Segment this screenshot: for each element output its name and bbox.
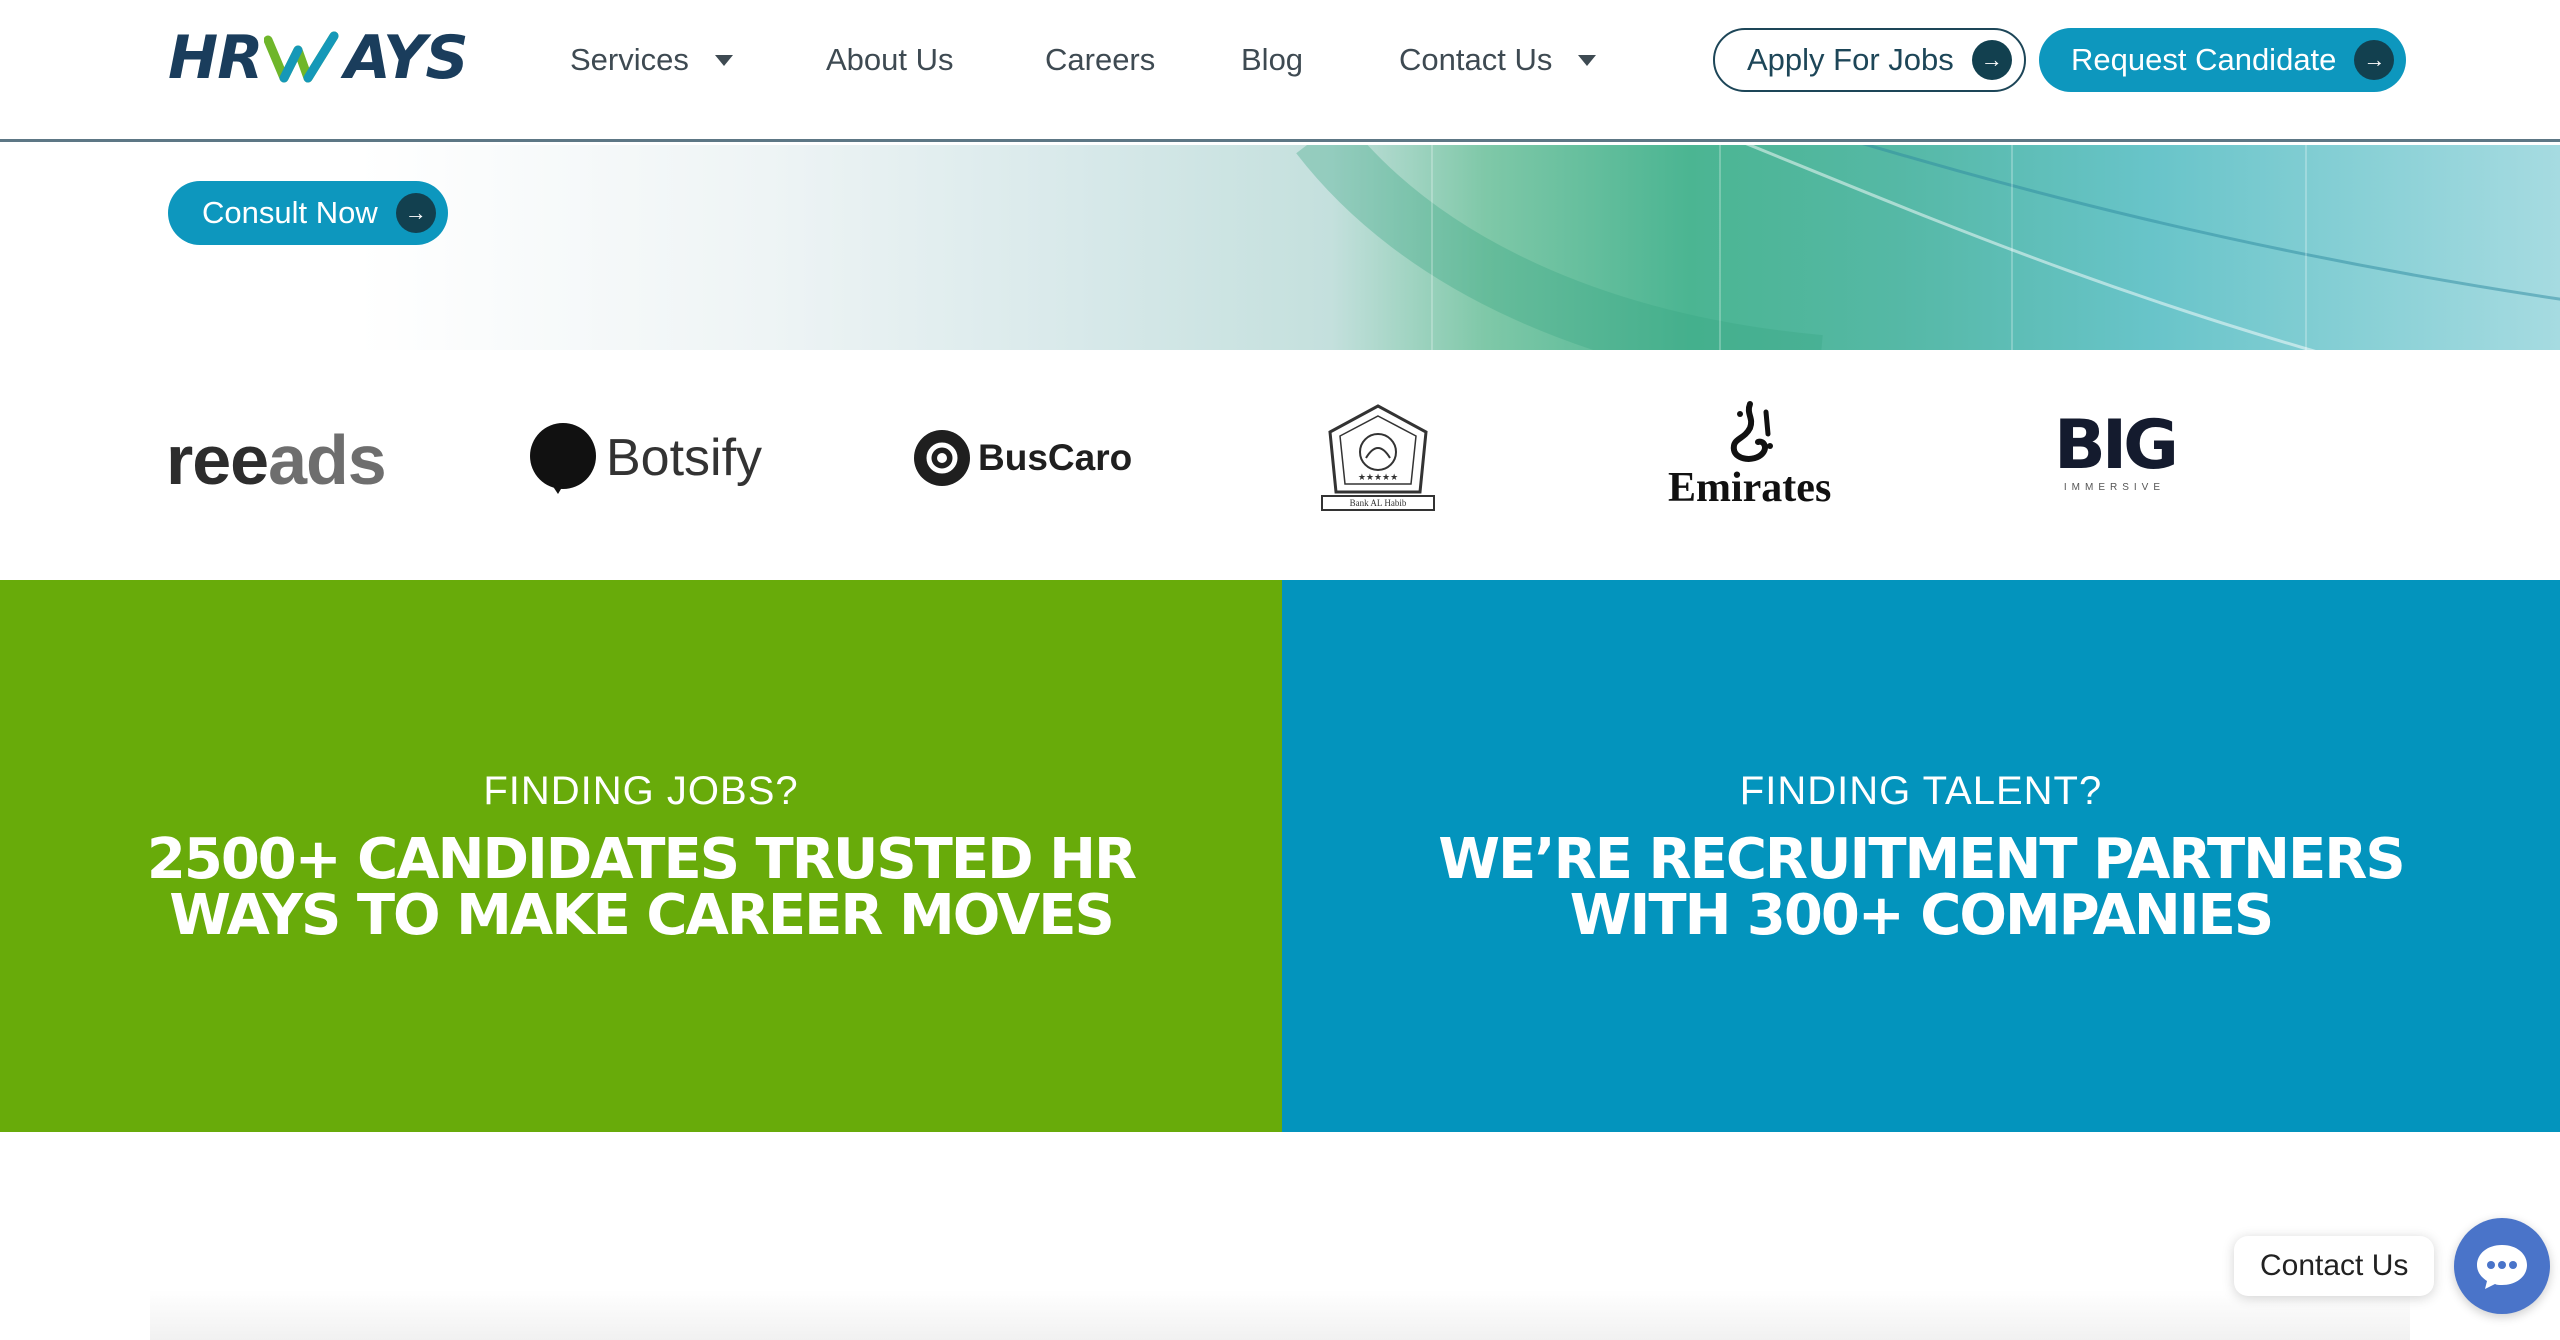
arrow-right-icon: → [2354, 40, 2395, 80]
arrow-right-icon: → [1971, 40, 2012, 80]
nav-item-careers[interactable]: Careers [1045, 36, 1155, 84]
client-logo-big-immersive: BIG IMMERSIVE [2054, 406, 2179, 494]
finding-talent-panel[interactable]: FINDING TALENT? WE’RE RECRUITMENT PARTNE… [1282, 580, 2560, 1132]
chat-widget-button[interactable] [2454, 1218, 2550, 1314]
arrow-right-icon: → [395, 193, 436, 233]
big-name: BIG [2054, 406, 2179, 485]
client-logo-botsify: Botsify [528, 422, 762, 494]
caret-down-icon [1578, 54, 1597, 66]
reeads-part1: ree [166, 421, 269, 499]
svg-text:★★★★★: ★★★★★ [1358, 472, 1398, 482]
contact-us-chat-label[interactable]: Contact Us [2234, 1236, 2435, 1296]
nav-item-services[interactable]: Services [570, 36, 733, 84]
finding-jobs-panel[interactable]: FINDING JOBS? 2500+ CANDIDATES TRUSTED H… [0, 580, 1282, 1132]
chat-label-text: Contact Us [2260, 1249, 2409, 1282]
emirates-calligraphy-icon [1730, 401, 1773, 462]
buscaro-name: BusCaro [978, 437, 1133, 478]
nav-item-blog[interactable]: Blog [1241, 36, 1303, 84]
reeads-part2: ads [268, 421, 387, 499]
hero-banner [0, 145, 2560, 350]
bank-al-habib-name: Bank AL Habib [1349, 498, 1407, 508]
finding-talent-headline-line2: WITH 300+ COMPANIES [1569, 882, 2274, 948]
next-section-edge [150, 1290, 2410, 1340]
nav-item-label: Blog [1241, 42, 1304, 77]
nav-item-label: Contact Us [1399, 42, 1553, 77]
finding-jobs-kicker: FINDING JOBS? [483, 768, 799, 813]
emirates-name: Emirates [1668, 465, 1832, 511]
big-subtitle: IMMERSIVE [2063, 482, 2166, 493]
request-candidate-label: Request Candidate [2071, 42, 2337, 77]
client-logo-bank-al-habib: ★★★★★ Bank AL Habib [1308, 400, 1448, 518]
nav-item-label: About Us [826, 42, 954, 77]
nav-item-about-us[interactable]: About Us [826, 36, 954, 84]
finding-talent-headline-line1: WE’RE RECRUITMENT PARTNERS [1438, 826, 2405, 892]
apply-for-jobs-button[interactable]: Apply For Jobs → [1713, 28, 2026, 92]
site-header: HR AYS Services About Us Careers Blog Co… [0, 0, 2560, 142]
apply-for-jobs-label: Apply For Jobs [1747, 42, 1954, 77]
buscaro-wheel-icon [914, 430, 970, 486]
nav-item-contact-us[interactable]: Contact Us [1399, 36, 1597, 84]
hero-decoration [1296, 145, 2560, 350]
consult-now-label: Consult Now [202, 195, 378, 230]
nav-item-label: Careers [1045, 42, 1156, 77]
chat-bubble-icon [2477, 1245, 2527, 1289]
client-logo-reeads: ree ads [166, 420, 387, 500]
client-logos: ree ads Botsify BusCaro ★★★★★ Bank AL Hab… [0, 350, 2560, 580]
nav-item-label: Services [570, 42, 689, 77]
finding-talent-kicker: FINDING TALENT? [1739, 768, 2103, 813]
client-logo-emirates: Emirates [1668, 400, 1831, 512]
client-logo-buscaro: BusCaro [914, 430, 1132, 486]
request-candidate-button[interactable]: Request Candidate → [2039, 28, 2407, 92]
finding-jobs-headline-line1: 2500+ CANDIDATES TRUSTED HR [146, 826, 1137, 892]
caret-down-icon [714, 54, 733, 66]
finding-jobs-headline-line2: WAYS TO MAKE CAREER MOVES [169, 882, 1115, 948]
consult-now-button[interactable]: Consult Now → [168, 181, 448, 245]
botsify-bubble-icon [530, 423, 596, 494]
botsify-name: Botsify [606, 429, 763, 487]
